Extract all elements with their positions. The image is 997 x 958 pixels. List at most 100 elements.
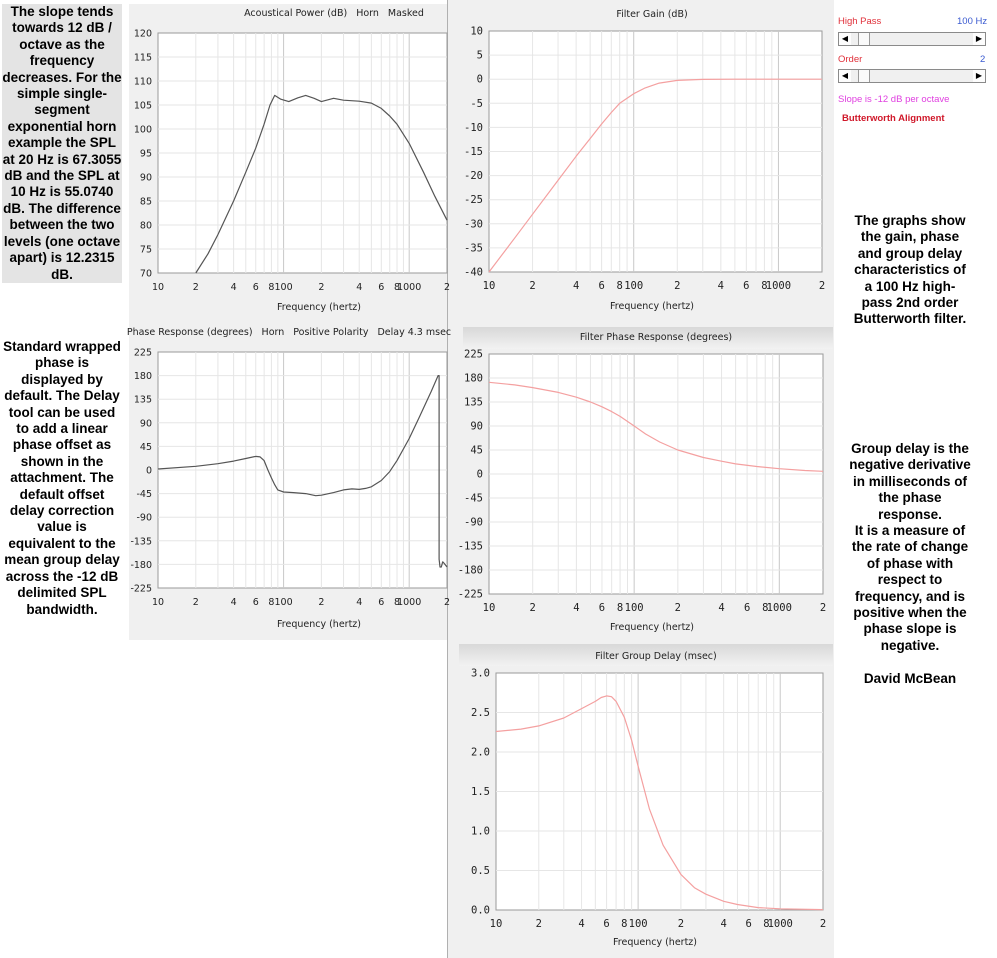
y-tick-label: 80	[140, 221, 152, 232]
y-tick-label: 75	[140, 245, 152, 256]
x-tick-label: 4	[231, 282, 237, 293]
x-tick-label: 8	[617, 280, 623, 292]
y-tick-label: -135	[130, 536, 152, 547]
x-tick-label: 8	[617, 602, 623, 614]
x-tick-label: 2	[820, 918, 826, 930]
x-tick-label: 1000	[768, 918, 793, 930]
y-tick-label: 95	[140, 149, 152, 160]
y-tick-label: -5	[470, 98, 483, 110]
chart-title: Filter Phase Response (degrees)	[580, 332, 732, 343]
x-tick-label: 10	[483, 280, 496, 292]
chart-title-part: Masked	[388, 8, 424, 19]
y-tick-label: 85	[140, 197, 152, 208]
note-spl-slope: The slope tends towards 12 dB / octave a…	[2, 4, 122, 283]
y-tick-label: 45	[470, 445, 483, 457]
x-tick-label: 100	[275, 282, 293, 293]
x-tick-label: 2	[529, 280, 535, 292]
high-pass-decrease-button[interactable]: ◀	[839, 33, 851, 45]
high-pass-increase-button[interactable]: ▶	[973, 33, 985, 45]
y-tick-label: 225	[134, 348, 152, 359]
x-tick-label: 10	[483, 602, 496, 614]
x-tick-label: 2	[819, 280, 825, 292]
x-tick-label: 1000	[397, 282, 421, 293]
y-tick-label: -10	[464, 122, 483, 134]
x-axis-label: Frequency (hertz)	[610, 301, 694, 312]
author-credit: David McBean	[863, 671, 957, 686]
y-tick-label: 3.0	[471, 668, 490, 680]
y-tick-label: -180	[458, 565, 483, 577]
y-tick-label: -225	[458, 589, 483, 601]
chart-filter-group-delay-svg: 0.00.51.01.52.02.53.010 2 4 6 8 100 2 4 6 81000 2F…	[471, 651, 826, 948]
x-tick-label: 2	[193, 597, 199, 608]
x-tick-label: 10	[152, 597, 164, 608]
y-tick-label: -40	[464, 267, 483, 279]
x-tick-label: 1000	[767, 602, 792, 614]
y-tick-label: 115	[134, 53, 152, 64]
x-tick-label: 2	[536, 918, 542, 930]
y-tick-label: -35	[464, 242, 483, 254]
x-tick-label: 4	[718, 602, 724, 614]
y-tick-label: -90	[136, 513, 152, 524]
x-tick-label: 6	[253, 597, 259, 608]
x-tick-label: 2	[674, 280, 680, 292]
y-tick-label: 225	[464, 349, 483, 361]
x-tick-label: 6	[598, 280, 604, 292]
x-tick-label: 6	[603, 918, 609, 930]
chart-title-part: Positive Polarity	[293, 327, 369, 338]
x-tick-label: 10	[490, 918, 503, 930]
y-tick-label: 70	[140, 269, 152, 280]
note-group-delay: Group delay is the negative derivative i…	[849, 441, 971, 653]
y-tick-label: 90	[140, 173, 152, 184]
y-tick-label: 105	[134, 101, 152, 112]
x-axis-label: Frequency (hertz)	[610, 622, 694, 633]
high-pass-slider-thumb[interactable]	[858, 33, 870, 45]
y-tick-label: 0.5	[471, 865, 490, 877]
x-tick-label: 2	[675, 602, 681, 614]
x-tick-label: 2	[530, 602, 536, 614]
note-wrapped-phase: Standard wrapped phase is displayed by d…	[3, 339, 121, 617]
y-tick-label: 180	[134, 371, 152, 382]
y-tick-label: -135	[458, 541, 483, 553]
x-tick-label: 1000	[766, 280, 791, 292]
y-tick-label: -180	[130, 560, 152, 571]
y-tick-label: -45	[464, 493, 483, 505]
y-tick-label: 0	[146, 466, 152, 477]
x-tick-label: 6	[378, 597, 384, 608]
y-tick-label: 0	[477, 469, 483, 481]
order-increase-button[interactable]: ▶	[973, 70, 985, 82]
chart-title: Filter Gain (dB)	[616, 9, 687, 20]
chart-title: Filter Group Delay (msec)	[595, 651, 716, 662]
x-tick-label: 4	[573, 602, 579, 614]
order-slider-thumb[interactable]	[858, 70, 870, 82]
x-tick-label: 10	[152, 282, 164, 293]
chart-filter-group-delay: 0.0 0.5 1.0 1.5 2.0 2.5 3.0 10 2 4 6 8 100 2 4 6 8 1000 2 F…	[447, 644, 833, 958]
x-tick-label: 4	[578, 918, 584, 930]
high-pass-slider[interactable]: ◀ ▶	[838, 32, 986, 46]
high-pass-label: High Pass	[838, 16, 882, 27]
high-pass-value: 100 Hz	[957, 16, 988, 27]
y-tick-label: 1.5	[471, 786, 490, 798]
order-decrease-button[interactable]: ◀	[839, 70, 851, 82]
x-tick-label: 6	[253, 282, 259, 293]
x-axis-label: Frequency (hertz)	[613, 937, 697, 948]
x-tick-label: 6	[744, 602, 750, 614]
order-slider[interactable]: ◀ ▶	[838, 69, 986, 83]
x-tick-label: 2	[820, 602, 826, 614]
x-axis-label: Frequency (hertz)	[277, 619, 361, 630]
chart-filter-phase: -225 -180 -135 -90 -45 0 45 90 135 180 225 10 2 4 6 8 10…	[447, 327, 833, 643]
x-tick-label: 8	[621, 918, 627, 930]
y-tick-label: 180	[464, 373, 483, 385]
chart-filter-phase-svg: -225-180-135-90-450459013518022510 2 4 6 8 10…	[458, 332, 826, 633]
x-tick-label: 4	[573, 280, 579, 292]
x-tick-label: 6	[746, 918, 752, 930]
y-tick-label: 1.0	[471, 826, 490, 838]
x-tick-label: 2	[318, 282, 324, 293]
y-tick-label: -90	[464, 517, 483, 529]
y-tick-label: 100	[134, 125, 152, 136]
order-label: Order	[838, 54, 863, 65]
x-tick-label: 100	[275, 597, 293, 608]
order-value: 2	[980, 54, 986, 65]
chart-title-part: Delay 4.3 msec	[377, 327, 451, 338]
x-tick-label: 4	[356, 282, 362, 293]
x-tick-label: 1000	[397, 597, 421, 608]
